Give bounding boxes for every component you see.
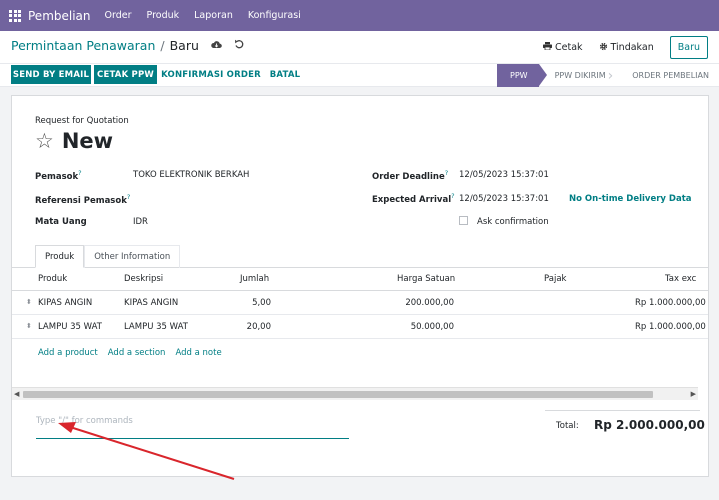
cell-subtotal: Rp 1.000.000,00 [635, 298, 706, 308]
horizontal-scrollbar[interactable]: ◀ ▶ [12, 387, 698, 400]
cell-description[interactable]: LAMPU 35 WAT [124, 322, 188, 332]
print-label: Cetak [555, 42, 583, 53]
total-label: Total: [556, 421, 579, 431]
vendor-label-text: Pemasok [35, 171, 79, 182]
drag-handle-icon[interactable]: ⬍ [26, 322, 32, 330]
scrollbar-thumb[interactable] [23, 391, 653, 398]
vendor-label: Pemasok? [35, 169, 82, 182]
vendor-reference-label: Referensi Pemasok? [35, 193, 130, 206]
stage-rfq-sent-label: PPW DIKIRIM [554, 71, 606, 80]
notebook-tabs: Produk Other Information [35, 245, 181, 268]
status-bar: SEND BY EMAIL CETAK PPW KONFIRMASI ORDER… [0, 64, 719, 87]
order-deadline-field[interactable]: 12/05/2023 15:37:01 [459, 170, 549, 180]
breadcrumb-separator: / [160, 38, 165, 53]
page-title: New [61, 129, 114, 153]
add-product-link[interactable]: Add a product [38, 348, 98, 358]
stage-rfq-sent[interactable]: PPW DIKIRIM › [539, 64, 621, 87]
order-lines-header: Produk Deskripsi Jumlah Harga Satuan Paj… [12, 268, 708, 291]
breadcrumb-parent[interactable]: Permintaan Penawaran [11, 38, 155, 53]
total-amount: Rp 2.000.000,00 [594, 418, 705, 432]
cancel-button[interactable]: BATAL [264, 65, 306, 84]
notes-input[interactable] [36, 414, 349, 426]
ask-confirmation-label: Ask confirmation [477, 217, 549, 227]
column-header-description[interactable]: Deskripsi [124, 274, 163, 284]
cell-unit-price[interactable]: 50.000,00 [411, 322, 454, 332]
nav-item-order[interactable]: Order [105, 10, 132, 21]
ask-confirmation-checkbox[interactable] [459, 216, 468, 225]
cell-unit-price[interactable]: 200.000,00 [405, 298, 454, 308]
table-row[interactable]: ⬍ LAMPU 35 WAT LAMPU 35 WAT 20,00 50.000… [12, 316, 708, 339]
nav-item-laporan[interactable]: Laporan [194, 10, 233, 21]
column-header-taxes[interactable]: Pajak [544, 274, 566, 284]
app-name[interactable]: Pembelian [28, 9, 91, 23]
help-mark[interactable]: ? [127, 193, 130, 201]
tab-produk[interactable]: Produk [35, 245, 85, 268]
help-mark[interactable]: ? [445, 169, 448, 177]
help-mark[interactable]: ? [451, 192, 454, 200]
expected-arrival-label-text: Expected Arrival [372, 194, 452, 205]
undo-icon[interactable] [234, 39, 244, 52]
on-time-delivery-link[interactable]: No On-time Delivery Data [569, 194, 692, 204]
new-button[interactable]: Baru [669, 36, 708, 59]
vendor-field[interactable]: TOKO ELEKTRONIK BERKAH [133, 170, 249, 180]
table-row[interactable]: ⬍ KIPAS ANGIN KIPAS ANGIN 5,00 200.000,0… [12, 292, 708, 315]
form-sheet: Request for Quotation ☆ New Pemasok? TOK… [11, 95, 709, 477]
column-header-unit-price[interactable]: Harga Satuan [397, 274, 455, 284]
column-header-quantity[interactable]: Jumlah [240, 274, 269, 284]
order-deadline-label-text: Order Deadline [372, 171, 445, 182]
scroll-right-icon[interactable]: ▶ [691, 390, 696, 398]
stage-bar: PPW PPW DIKIRIM › ORDER PEMBELIAN [497, 64, 709, 87]
stage-rfq[interactable]: PPW [497, 64, 547, 87]
print-icon [543, 42, 552, 53]
nav-item-produk[interactable]: Produk [147, 10, 180, 21]
expected-arrival-field[interactable]: 12/05/2023 15:37:01 [459, 194, 549, 204]
help-mark[interactable]: ? [78, 169, 81, 177]
cloud-save-icon[interactable] [211, 40, 222, 52]
cell-quantity[interactable]: 5,00 [252, 298, 271, 308]
right-actions: Cetak Tindakan Baru [543, 36, 708, 59]
send-email-button[interactable]: SEND BY EMAIL [11, 65, 91, 84]
document-type-label: Request for Quotation [35, 116, 129, 126]
scroll-left-icon[interactable]: ◀ [14, 390, 19, 398]
stage-purchase-order[interactable]: ORDER PEMBELIAN [620, 64, 709, 87]
action-label: Tindakan [610, 42, 654, 53]
add-note-link[interactable]: Add a note [175, 348, 221, 358]
print-action[interactable]: Cetak [543, 42, 583, 53]
cell-quantity[interactable]: 20,00 [247, 322, 271, 332]
total-divider [545, 410, 700, 411]
control-panel: Permintaan Penawaran / Baru Cetak Tindak… [0, 31, 719, 64]
confirm-order-button[interactable]: KONFIRMASI ORDER [161, 65, 261, 84]
add-section-link[interactable]: Add a section [108, 348, 166, 358]
apps-grid-icon[interactable] [9, 9, 21, 22]
currency-label: Mata Uang [35, 217, 87, 227]
nav-item-konfigurasi[interactable]: Konfigurasi [248, 10, 301, 21]
title-row: ☆ New [35, 129, 113, 153]
column-header-subtotal[interactable]: Tax exc [665, 274, 696, 284]
expected-arrival-label: Expected Arrival? [372, 192, 455, 205]
breadcrumb: Permintaan Penawaran / Baru [11, 38, 244, 53]
column-header-product[interactable]: Produk [38, 274, 67, 284]
cell-product[interactable]: LAMPU 35 WAT [38, 322, 102, 332]
add-line-links: Add a product Add a section Add a note [38, 348, 232, 358]
top-navbar: Pembelian Order Produk Laporan Konfigura… [0, 0, 719, 31]
star-icon[interactable]: ☆ [35, 130, 54, 152]
terms-notes-area [36, 414, 349, 439]
order-deadline-label: Order Deadline? [372, 169, 448, 182]
chevron-right-icon: › [607, 67, 614, 84]
cell-product[interactable]: KIPAS ANGIN [38, 298, 92, 308]
gear-icon [599, 42, 608, 54]
print-rfq-button[interactable]: CETAK PPW [94, 65, 157, 84]
breadcrumb-current: Baru [169, 38, 199, 53]
cell-subtotal: Rp 1.000.000,00 [635, 322, 706, 332]
action-menu[interactable]: Tindakan [599, 42, 654, 54]
vendor-reference-label-text: Referensi Pemasok [35, 195, 127, 206]
drag-handle-icon[interactable]: ⬍ [26, 298, 32, 306]
vendor-reference-field[interactable] [133, 193, 343, 205]
cell-description[interactable]: KIPAS ANGIN [124, 298, 178, 308]
tab-other-information[interactable]: Other Information [84, 245, 181, 268]
currency-field[interactable]: IDR [133, 217, 148, 227]
